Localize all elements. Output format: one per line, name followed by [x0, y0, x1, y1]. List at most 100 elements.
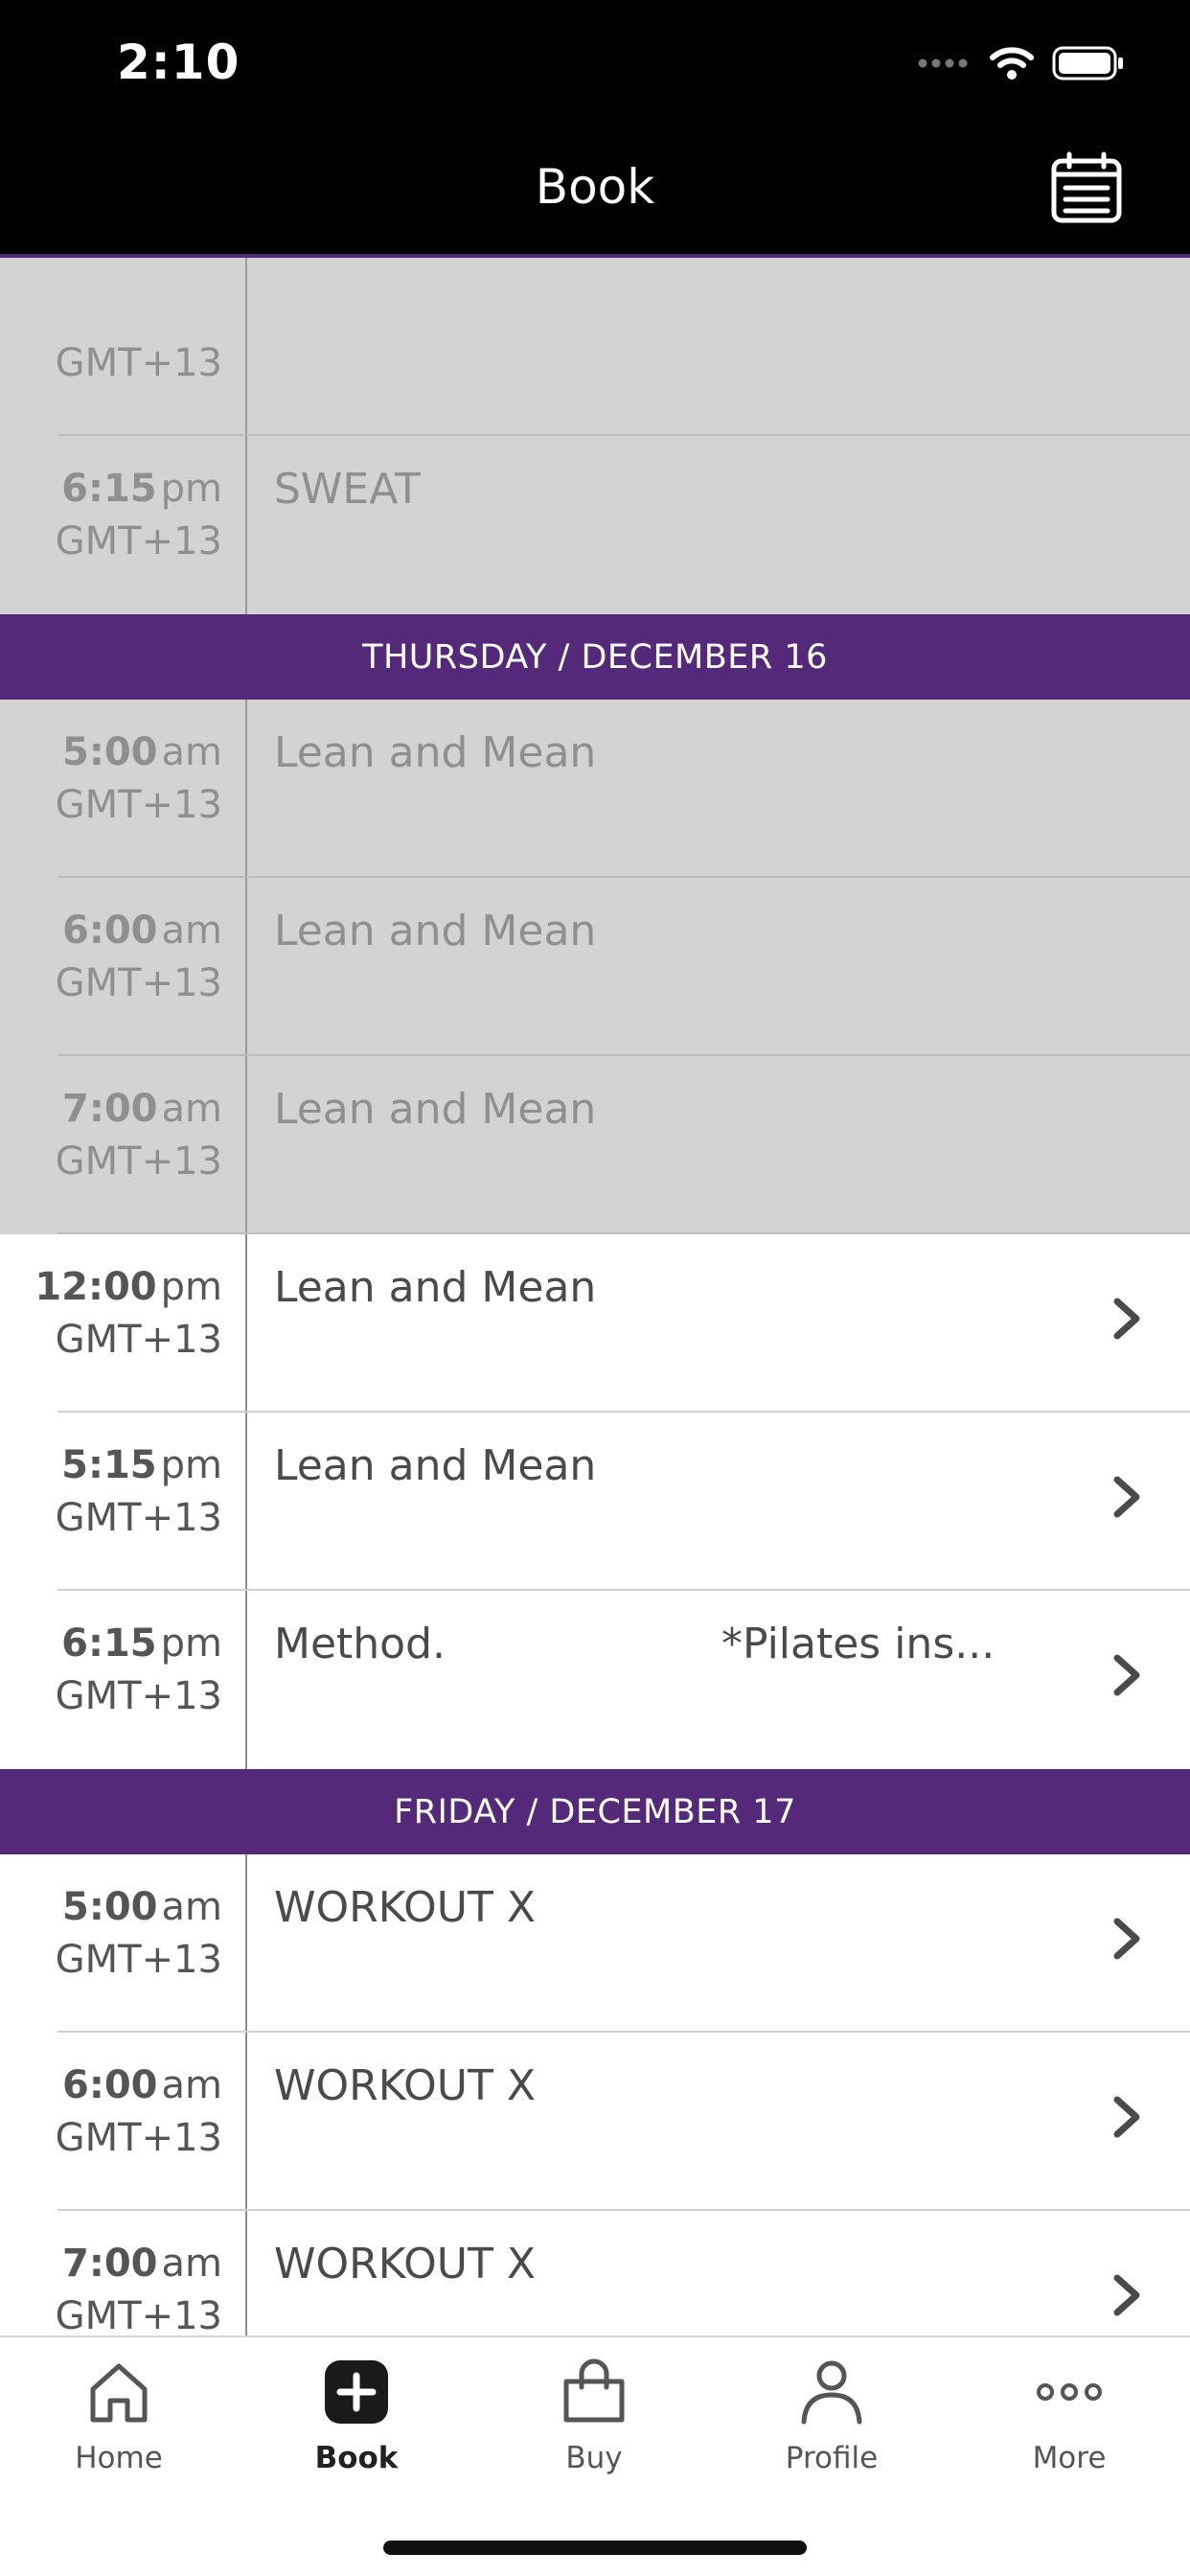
- tab-more[interactable]: More: [950, 2358, 1188, 2521]
- home-icon: [90, 2363, 148, 2423]
- session-time: GMT+13: [0, 258, 247, 436]
- page-title: Book: [535, 159, 655, 215]
- session-row: 5:00 am GMT+13 Lean and Mean: [0, 700, 1190, 878]
- timezone: GMT+13: [55, 341, 222, 385]
- session-row: 7:00 am GMT+13 Lean and Mean: [0, 1056, 1190, 1234]
- session-time-line: 7:00 am: [0, 1083, 222, 1135]
- class-note: *Pilates ins...: [721, 1620, 995, 1668]
- am-pm: pm: [160, 1622, 222, 1666]
- chevron-right-icon: [1113, 2274, 1140, 2316]
- session-time: 6:00 am GMT+13: [0, 878, 247, 1056]
- class-name: Lean and Mean: [274, 728, 597, 777]
- nav-bar: Book: [0, 125, 1190, 254]
- session-row[interactable]: 12:00 pm GMT+13 Lean and Mean: [0, 1234, 1190, 1413]
- session-time-line: 5:15 pm: [0, 1439, 222, 1491]
- session-time: 7:00 am GMT+13: [0, 2211, 247, 2335]
- calendar-button[interactable]: [1050, 151, 1123, 224]
- person-icon: [801, 2360, 862, 2425]
- schedule-content: WEDNESDAY / DECEMBER 15GMT+136:15pmGMT+1…: [0, 254, 1190, 2335]
- session-row: 6:00 am GMT+13 Lean and Mean: [0, 878, 1190, 1056]
- session-time: 6:15 pm GMT+13: [0, 436, 247, 614]
- session-row: 6:15 pm GMT+13 SWEAT: [0, 436, 1190, 614]
- class-name: Lean and Mean: [274, 1263, 597, 1312]
- start-time: 5:15: [61, 1443, 157, 1487]
- plus-icon: [325, 2360, 388, 2424]
- shopping-bag-icon: [563, 2358, 625, 2423]
- tab-label: Book: [314, 2441, 399, 2475]
- am-pm: pm: [160, 1443, 222, 1487]
- start-time: 6:15: [61, 1622, 157, 1666]
- start-time: 5:00: [62, 1885, 158, 1929]
- timezone: GMT+13: [55, 783, 222, 827]
- start-time: 7:00: [62, 2242, 158, 2286]
- tab-label: Home: [75, 2441, 163, 2475]
- class-name: Lean and Mean: [274, 1441, 597, 1490]
- tab-profile[interactable]: Profile: [713, 2358, 950, 2521]
- start-time: 12:00: [34, 1265, 157, 1309]
- tab-buy[interactable]: Buy: [475, 2358, 713, 2521]
- start-time: 5:00: [62, 730, 158, 774]
- app-screen: 2:10 Book GMT+13 6:15 pm GMT+13 SWEAT TH…: [0, 0, 1190, 2576]
- chevron-right-icon: [1113, 1476, 1140, 1518]
- session-row[interactable]: 5:15 pm GMT+13 Lean and Mean: [0, 1413, 1190, 1591]
- session-row[interactable]: 7:00 am GMT+13 WORKOUT X: [0, 2211, 1190, 2335]
- session-time-line: 6:15 pm: [0, 463, 222, 515]
- session-time: 5:00 am GMT+13: [0, 700, 247, 878]
- tab-home[interactable]: Home: [0, 2358, 238, 2521]
- chevron-right-icon: [1113, 2096, 1140, 2138]
- am-pm: am: [161, 2063, 222, 2107]
- session-time-line: [0, 285, 222, 336]
- status-time: 2:10: [117, 34, 240, 90]
- timezone: GMT+13: [55, 1139, 222, 1184]
- cellular-signal-icon: [918, 58, 968, 68]
- session-time-line: 5:00 am: [0, 1881, 222, 1933]
- session-time-line: 6:00 am: [0, 905, 222, 956]
- am-pm: am: [161, 2242, 222, 2286]
- timezone: GMT+13: [55, 961, 222, 1005]
- session-time-line: 7:00 am: [0, 2238, 222, 2289]
- am-pm: am: [161, 1087, 222, 1131]
- session-row: GMT+13: [0, 258, 1190, 436]
- class-name: Lean and Mean: [274, 1085, 597, 1134]
- tab-label: Profile: [785, 2441, 879, 2475]
- session-time-line: 12:00 pm: [0, 1261, 222, 1313]
- class-name: WORKOUT X: [274, 1883, 537, 1932]
- home-indicator: [383, 2541, 807, 2555]
- tab-book[interactable]: Book: [238, 2358, 475, 2521]
- calendar-icon: [1051, 151, 1122, 223]
- start-time: 6:15: [61, 467, 157, 511]
- session-time: 5:15 pm GMT+13: [0, 1413, 247, 1591]
- am-pm: pm: [160, 1265, 222, 1309]
- timezone: GMT+13: [55, 2116, 222, 2160]
- am-pm: pm: [160, 467, 222, 511]
- chevron-right-icon: [1113, 1298, 1140, 1340]
- wifi-icon: [990, 47, 1034, 80]
- session-row[interactable]: 6:00 am GMT+13 WORKOUT X: [0, 2033, 1190, 2211]
- am-pm: am: [161, 1885, 222, 1929]
- chevron-right-icon: [1113, 1654, 1140, 1696]
- start-time: 6:00: [62, 908, 158, 953]
- am-pm: am: [161, 908, 222, 953]
- session-time-line: 5:00 am: [0, 726, 222, 778]
- timezone: GMT+13: [55, 1496, 222, 1540]
- session-time: 6:00 am GMT+13: [0, 2033, 247, 2211]
- session-row[interactable]: 5:00 am GMT+13 WORKOUT X: [0, 1854, 1190, 2033]
- tab-label: Buy: [565, 2441, 623, 2475]
- chevron-right-icon: [1113, 1918, 1140, 1960]
- status-icons: [918, 44, 1125, 82]
- am-pm: am: [161, 730, 222, 774]
- timezone: GMT+13: [55, 1938, 222, 1982]
- timezone: GMT+13: [55, 2294, 222, 2335]
- battery-icon: [1052, 46, 1123, 80]
- session-row[interactable]: 6:15 pm GMT+13 Method. *Pilates ins...: [0, 1591, 1190, 1769]
- day-header: FRIDAY / DECEMBER 17: [0, 1769, 1190, 1854]
- class-name: WORKOUT X: [274, 2240, 537, 2288]
- class-name: Lean and Mean: [274, 907, 597, 955]
- tab-label: More: [1032, 2441, 1107, 2475]
- start-time: 6:00: [62, 2063, 158, 2107]
- timezone: GMT+13: [55, 1674, 222, 1718]
- class-name: WORKOUT X: [274, 2061, 537, 2110]
- start-time: 7:00: [62, 1087, 158, 1131]
- schedule-list[interactable]: WEDNESDAY / DECEMBER 15GMT+136:15pmGMT+1…: [0, 254, 1190, 2335]
- day-header: THURSDAY / DECEMBER 16: [0, 614, 1190, 700]
